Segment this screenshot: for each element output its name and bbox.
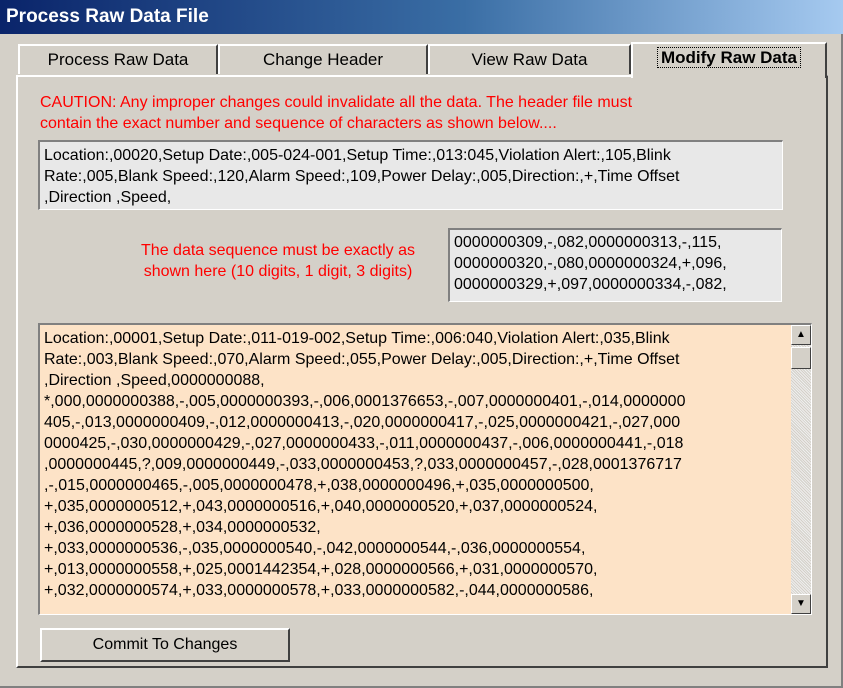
sequence-line: 0000000329,+,097,0000000334,-,082, [454,276,727,293]
raw-data-line: ,-,015,0000000465,-,005,0000000478,+,038… [44,477,594,494]
tab-label: Change Header [262,50,384,69]
tab-view-raw-data[interactable]: View Raw Data [428,44,631,74]
tab-process-raw-data[interactable]: Process Raw Data [18,44,218,74]
raw-data-line: *,000,0000000388,-,005,0000000393,-,006,… [44,393,686,410]
arrow-up-icon: ▲ [796,329,806,340]
raw-data-line: +,035,0000000512,+,043,0000000516,+,040,… [44,498,598,515]
caution-message: CAUTION: Any improper changes could inva… [40,92,780,134]
raw-data-line: +,033,0000000536,-,035,0000000540,-,042,… [44,540,586,557]
sequence-example-box: 0000000309,-,082,0000000313,-,115, 00000… [448,228,782,302]
scroll-thumb[interactable] [791,347,811,369]
scroll-down-button[interactable]: ▼ [791,594,811,614]
arrow-down-icon: ▼ [796,598,806,609]
sequence-line: 0000000309,-,082,0000000313,-,115, [454,234,722,251]
commit-changes-button[interactable]: Commit To Changes [40,628,290,662]
tab-modify-raw-data[interactable]: Modify Raw Data [631,42,827,78]
sequence-line: 0000000320,-,080,0000000324,+,096, [454,255,727,272]
header-line: Location:,00020,Setup Date:,005-024-001,… [44,147,671,164]
sequence-instruction-line: shown here (10 digits, 1 digit, 3 digits… [143,263,413,280]
caution-line: CAUTION: Any improper changes could inva… [40,94,633,111]
raw-data-editor[interactable]: Location:,00001,Setup Date:,011-019-002,… [38,323,812,615]
raw-data-line: Location:,00001,Setup Date:,011-019-002,… [44,330,670,347]
raw-data-line: +,032,0000000574,+,033,0000000578,+,033,… [44,582,594,599]
raw-data-line: 405,-,013,0000000409,-,012,0000000413,-,… [44,414,681,431]
header-line: Rate:,005,Blank Speed:,120,Alarm Speed:,… [44,168,680,185]
sequence-instructions: The data sequence must be exactly as sho… [110,240,446,282]
raw-data-text[interactable]: Location:,00001,Setup Date:,011-019-002,… [44,328,792,601]
raw-data-line: Rate:,003,Blank Speed:,070,Alarm Speed:,… [44,351,680,368]
raw-data-line: ,0000000445,?,009,0000000449,-,033,00000… [44,456,682,473]
scroll-up-button[interactable]: ▲ [791,325,811,345]
header-line: ,Direction ,Speed, [44,189,172,206]
process-raw-data-window: Process Raw Data File Process Raw Data C… [0,0,843,688]
tab-change-header[interactable]: Change Header [218,44,428,74]
tab-label: Modify Raw Data [656,47,802,68]
raw-data-line: +,013,0000000558,+,025,0001442354,+,028,… [44,561,598,578]
tab-label: Process Raw Data [47,50,189,69]
window-title: Process Raw Data File [0,0,843,34]
raw-data-line: 0000425,-,030,0000000429,-,027,000000043… [44,435,684,452]
header-example-box: Location:,00020,Setup Date:,005-024-001,… [38,140,783,210]
raw-data-line: ,Direction ,Speed,0000000088, [44,372,265,389]
sequence-instruction-line: The data sequence must be exactly as [141,242,415,259]
vertical-scrollbar[interactable]: ▲ ▼ [791,325,811,614]
tab-label: View Raw Data [471,50,588,69]
raw-data-line: +,036,0000000528,+,034,0000000532, [44,519,321,536]
caution-line: contain the exact number and sequence of… [40,115,557,132]
